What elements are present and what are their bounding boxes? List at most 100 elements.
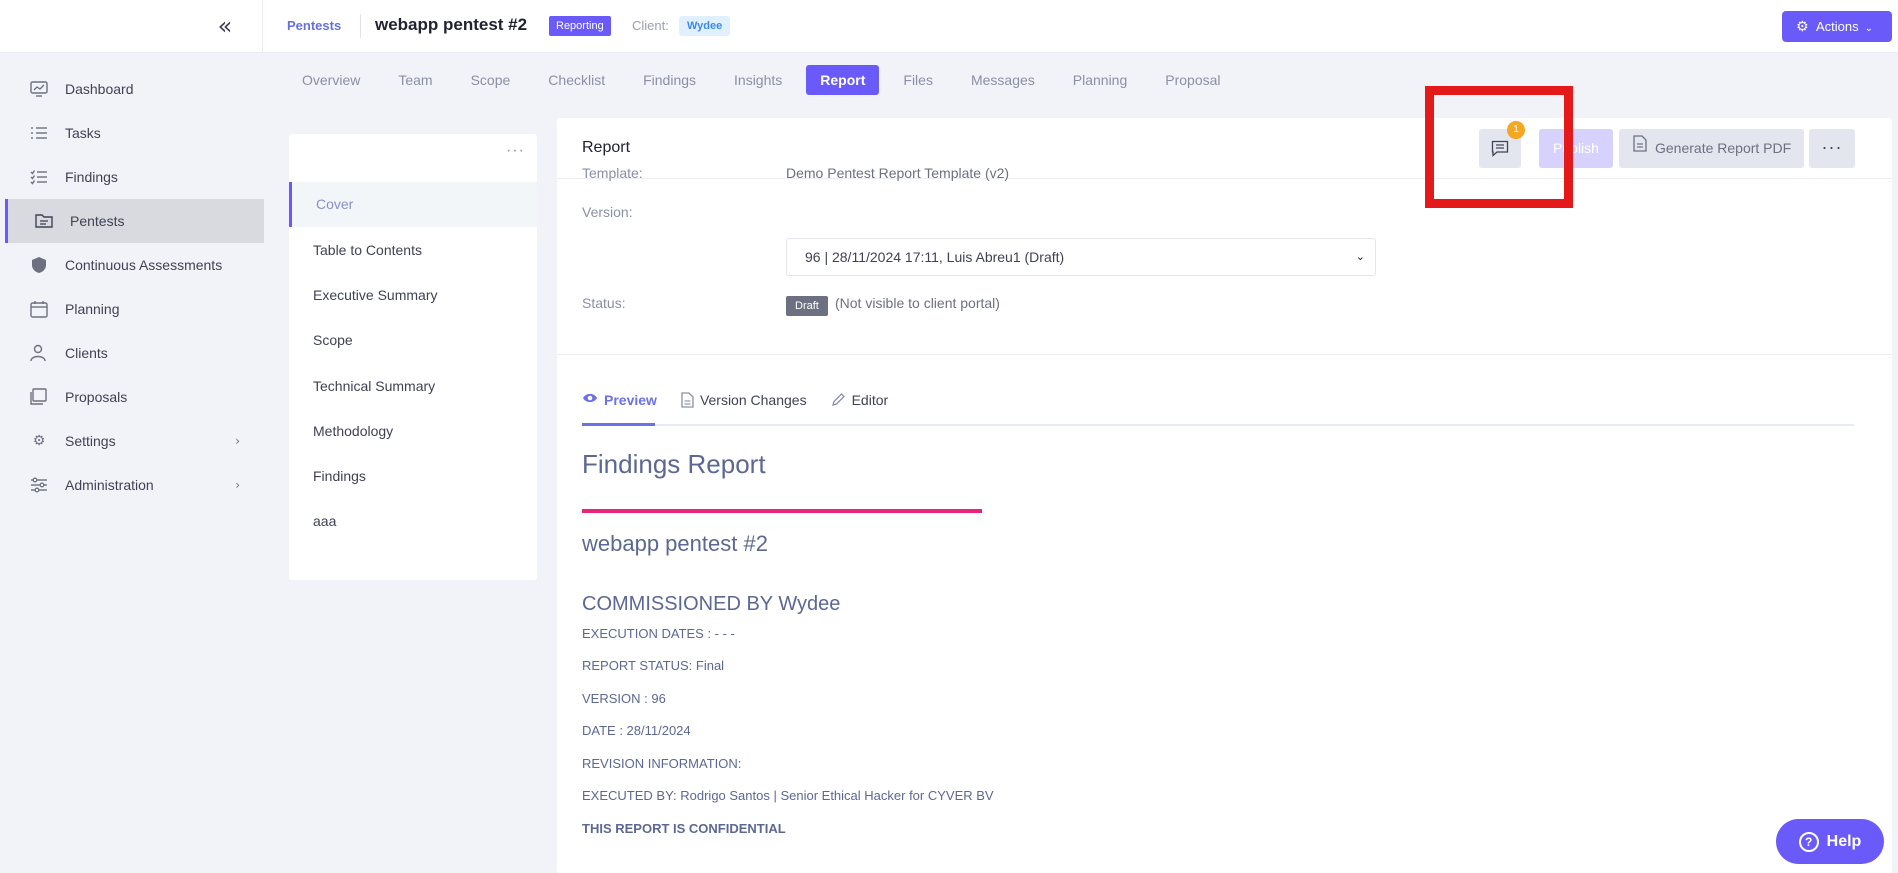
doc-line-execution-dates: EXECUTION DATES : - - - xyxy=(582,626,735,641)
client-badge[interactable]: Wydee xyxy=(679,16,731,36)
breadcrumb-separator xyxy=(360,14,361,38)
sidebar-item-label: Pentests xyxy=(70,213,125,229)
report-sections-panel: ··· Cover Table to Contents Executive Su… xyxy=(289,134,537,580)
sidebar: Dashboard Tasks Findings Pentests Contin… xyxy=(0,53,264,873)
version-select-value: 96 | 28/11/2024 17:11, Luis Abreu1 (Draf… xyxy=(805,249,1065,265)
more-options-icon[interactable]: ··· xyxy=(506,142,525,160)
toc-item-cover[interactable]: Cover xyxy=(289,182,537,227)
sidebar-item-label: Tasks xyxy=(65,125,101,141)
tab-editor[interactable]: Editor xyxy=(831,390,913,428)
shield-icon xyxy=(29,255,49,275)
tab-files[interactable]: Files xyxy=(889,65,947,95)
dashboard-icon xyxy=(29,79,49,99)
tabs-underline xyxy=(582,424,1854,426)
sidebar-item-settings[interactable]: ⚙ Settings › xyxy=(5,419,264,463)
toc-item-findings[interactable]: Findings xyxy=(289,454,537,499)
actions-label: Actions xyxy=(1816,19,1859,34)
sidebar-item-label: Settings xyxy=(65,433,116,449)
more-actions-button[interactable]: ··· xyxy=(1809,129,1855,168)
doc-line-date: DATE : 28/11/2024 xyxy=(582,723,691,738)
sidebar-item-findings[interactable]: Findings xyxy=(5,155,264,199)
toc-item-executive-summary[interactable]: Executive Summary xyxy=(289,273,537,318)
tab-editor-label: Editor xyxy=(851,392,889,408)
sidebar-item-label: Administration xyxy=(65,477,154,493)
report-title: Report xyxy=(582,139,631,156)
folder-icon xyxy=(34,211,54,231)
tab-proposal[interactable]: Proposal xyxy=(1151,65,1234,95)
tasks-icon xyxy=(29,123,49,143)
clients-icon xyxy=(29,343,49,363)
checklist-icon xyxy=(29,167,49,187)
sidebar-item-label: Proposals xyxy=(65,389,128,405)
toc-item-table-to-contents[interactable]: Table to Contents xyxy=(289,228,537,273)
sidebar-item-clients[interactable]: Clients xyxy=(5,331,264,375)
chevron-down-icon: ⌄ xyxy=(1355,250,1365,263)
chevron-right-icon: › xyxy=(235,434,240,448)
tab-findings[interactable]: Findings xyxy=(629,65,710,95)
toc-item-methodology[interactable]: Methodology xyxy=(289,409,537,454)
toc-item-scope[interactable]: Scope xyxy=(289,318,537,363)
tab-version-changes[interactable]: Version Changes xyxy=(681,390,831,428)
highlight-annotation xyxy=(1425,86,1573,208)
active-tab-indicator xyxy=(582,423,655,426)
tab-team[interactable]: Team xyxy=(384,65,446,95)
tab-messages[interactable]: Messages xyxy=(957,65,1049,95)
eye-icon xyxy=(582,392,598,408)
sidebar-item-label: Planning xyxy=(65,301,120,317)
sidebar-item-planning[interactable]: Planning xyxy=(5,287,264,331)
version-label: Version: xyxy=(582,204,633,220)
section-divider xyxy=(557,354,1892,355)
tab-overview[interactable]: Overview xyxy=(288,65,374,95)
collapse-sidebar-icon[interactable]: « xyxy=(212,14,238,40)
sidebar-item-proposals[interactable]: Proposals xyxy=(5,375,264,419)
header-divider xyxy=(262,0,263,53)
doc-line-confidential: THIS REPORT IS CONFIDENTIAL xyxy=(582,821,786,836)
doc-line-version: VERSION : 96 xyxy=(582,691,666,706)
report-card: Report 1 Publish Generate Report PDF ···… xyxy=(557,118,1892,873)
template-label-text: Template: xyxy=(582,165,643,181)
help-button[interactable]: ? Help xyxy=(1776,819,1884,864)
pentest-tabs: Overview Team Scope Checklist Findings I… xyxy=(288,65,1245,95)
gear-icon: ⚙ xyxy=(1796,19,1809,35)
commissioned-by: COMMISSIONED BY Wydee xyxy=(582,593,841,615)
generate-report-pdf-button[interactable]: Generate Report PDF xyxy=(1619,129,1804,168)
page-title: webapp pentest #2 xyxy=(375,15,528,34)
document-icon xyxy=(1633,129,1647,168)
tab-preview-label: Preview xyxy=(604,392,657,408)
breadcrumb-pentests[interactable]: Pentests xyxy=(287,18,341,33)
tab-scope[interactable]: Scope xyxy=(457,65,525,95)
report-header: Report 1 Publish Generate Report PDF ··· xyxy=(557,118,1892,179)
pencil-icon xyxy=(831,392,846,411)
sidebar-item-administration[interactable]: Administration › xyxy=(5,463,264,507)
doc-line-revision: REVISION INFORMATION: xyxy=(582,756,742,771)
doc-line-report-status: REPORT STATUS: Final xyxy=(582,658,725,673)
sidebar-item-continuous-assessments[interactable]: Continuous Assessments xyxy=(5,243,264,287)
sliders-icon xyxy=(29,475,49,495)
status-badge: Reporting xyxy=(549,16,611,36)
chevron-down-icon: ⌄ xyxy=(1864,23,1874,34)
top-header: « Pentests webapp pentest #2 Reporting C… xyxy=(0,0,1898,53)
file-icon xyxy=(681,392,694,412)
version-select[interactable]: 96 | 28/11/2024 17:11, Luis Abreu1 (Draf… xyxy=(786,238,1376,276)
settings-gear-icon: ⚙ xyxy=(32,433,46,449)
status-note: (Not visible to client portal) xyxy=(835,295,1000,311)
tab-planning[interactable]: Planning xyxy=(1059,65,1142,95)
toc-item-aaa[interactable]: aaa xyxy=(289,499,537,544)
sidebar-item-pentests[interactable]: Pentests xyxy=(5,199,264,243)
sidebar-item-label: Dashboard xyxy=(65,81,134,97)
report-subheading: webapp pentest #2 xyxy=(582,531,768,556)
tab-report[interactable]: Report xyxy=(806,65,880,95)
generate-report-pdf-label: Generate Report PDF xyxy=(1655,140,1792,156)
tab-insights[interactable]: Insights xyxy=(720,65,796,95)
sidebar-item-label: Findings xyxy=(65,169,118,185)
report-heading: Findings Report xyxy=(582,449,766,479)
tab-checklist[interactable]: Checklist xyxy=(534,65,619,95)
tab-version-changes-label: Version Changes xyxy=(699,392,807,408)
sidebar-item-dashboard[interactable]: Dashboard xyxy=(5,67,264,111)
help-label: Help xyxy=(1826,832,1862,850)
sidebar-item-label: Continuous Assessments xyxy=(65,257,223,273)
actions-button[interactable]: ⚙ Actions ⌄ xyxy=(1782,11,1892,42)
toc-item-technical-summary[interactable]: Technical Summary xyxy=(289,364,537,409)
sidebar-item-tasks[interactable]: Tasks xyxy=(5,111,264,155)
chevron-right-icon: › xyxy=(235,478,240,492)
